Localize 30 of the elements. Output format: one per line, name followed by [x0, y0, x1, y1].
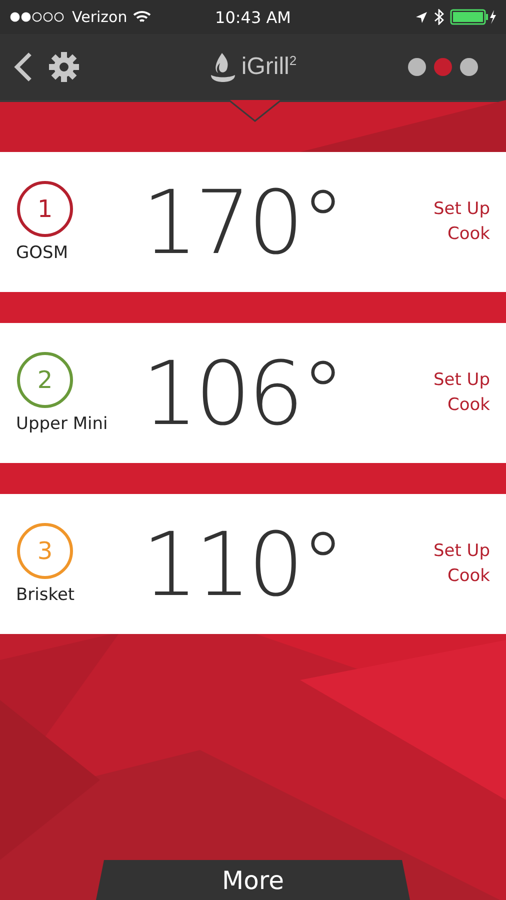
page-dot[interactable]: [460, 58, 478, 76]
more-button[interactable]: More: [96, 860, 410, 900]
probe-card[interactable]: 3 Brisket 110° Set Up Cook: [0, 494, 506, 634]
page-dot[interactable]: [434, 58, 452, 76]
back-icon[interactable]: [12, 51, 34, 83]
signal-icon: [10, 12, 66, 22]
probe-name: Brisket: [16, 585, 75, 605]
probe-number: 1: [17, 181, 73, 237]
bluetooth-icon: [434, 9, 444, 25]
setup-cook-link[interactable]: Set Up Cook: [410, 539, 490, 589]
carrier-name: Verizon: [72, 8, 128, 26]
probe-number: 2: [17, 352, 73, 408]
settings-icon[interactable]: [48, 51, 80, 83]
probe-card[interactable]: 1 GOSM 170° Set Up Cook: [0, 152, 506, 292]
probe-name: Upper Mini: [16, 414, 108, 434]
setup-cook-link[interactable]: Set Up Cook: [410, 197, 490, 247]
setup-cook-link[interactable]: Set Up Cook: [410, 368, 490, 418]
location-arrow-icon: [415, 10, 428, 24]
app-logo: iGrill$^{2}$: [241, 53, 297, 81]
page-dot[interactable]: [408, 58, 426, 76]
temperature-reading: 110°: [141, 512, 343, 616]
flame-icon: [209, 51, 238, 83]
temperature-reading: 106°: [141, 342, 343, 444]
probe-number: 3: [17, 523, 73, 579]
temperature-reading: 170°: [141, 170, 343, 274]
battery-icon: [450, 9, 496, 25]
status-time: 10:43 AM: [215, 8, 291, 26]
probe-name: GOSM: [16, 243, 68, 263]
probe-card[interactable]: 2 Upper Mini 106° Set Up Cook: [0, 323, 506, 463]
wifi-icon: [133, 10, 152, 24]
